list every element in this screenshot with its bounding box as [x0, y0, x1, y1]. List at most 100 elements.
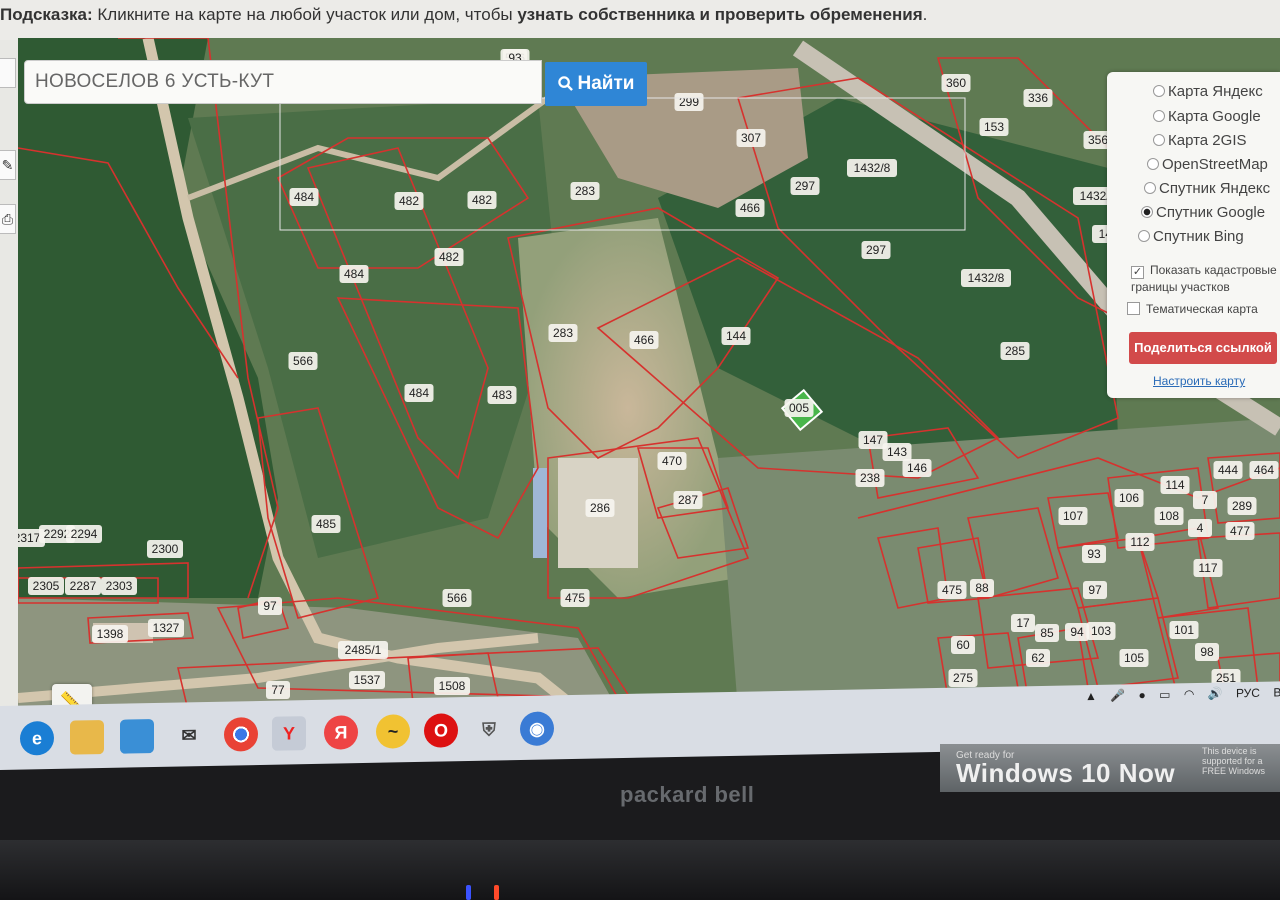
parcel-label[interactable]: 283 [570, 182, 600, 200]
map-canvas[interactable]: 5662993073603361533564824824842832971432… [18, 38, 1280, 710]
parcel-label[interactable]: 107 [1058, 507, 1088, 525]
parcel-label[interactable]: 289 [1227, 497, 1257, 515]
parcel-label[interactable]: 2485/1 [338, 641, 388, 659]
parcel-label[interactable]: 466 [629, 331, 659, 349]
chrome-icon[interactable] [224, 717, 258, 752]
parcel-label[interactable]: 62 [1026, 649, 1050, 667]
checkbox-checked-icon[interactable]: ✓ [1131, 266, 1144, 279]
radio-icon[interactable] [1138, 230, 1150, 242]
parcel-label[interactable]: 005 [784, 399, 814, 417]
parcel-label[interactable]: 94 [1065, 623, 1089, 641]
volume-icon[interactable]: 🔊 [1208, 687, 1223, 701]
parcel-label[interactable]: 485 [311, 515, 341, 533]
parcel-label[interactable]: 275 [948, 669, 978, 687]
parcel-label[interactable]: 146 [902, 459, 932, 477]
parcel-label[interactable]: 97 [1083, 581, 1107, 599]
search-button[interactable]: Найти [545, 62, 647, 106]
parcel-label[interactable]: 287 [673, 491, 703, 509]
parcel-label[interactable]: 477 [1225, 522, 1255, 540]
layer-option-2gis[interactable]: Карта 2GIS [1153, 129, 1247, 153]
mail-icon[interactable]: ✉ [172, 718, 206, 753]
parcel-label[interactable]: 88 [970, 579, 994, 597]
parcel-label[interactable]: 360 [941, 74, 971, 92]
layer-option-yandex-map[interactable]: Карта Яндекс [1153, 80, 1263, 104]
shield-icon[interactable]: ⛨ [472, 712, 506, 747]
layer-option-google-map[interactable]: Карта Google [1153, 105, 1261, 129]
parcel-label[interactable]: 97 [258, 597, 282, 615]
parcel-label[interactable]: 1508 [434, 677, 470, 695]
parcel-label[interactable]: 2303 [101, 577, 137, 595]
parcel-label[interactable]: 297 [861, 241, 891, 259]
parcel-label[interactable]: 238 [855, 469, 885, 487]
parcel-label[interactable]: 286 [585, 499, 615, 517]
parcel-label[interactable]: 2305 [28, 577, 64, 595]
parcel-label[interactable]: 114 [1160, 476, 1190, 494]
parcel-label[interactable]: 143 [882, 443, 912, 461]
parcel-label[interactable]: 1432/8 [961, 269, 1011, 287]
checkbox-icon[interactable] [1127, 302, 1140, 315]
parcel-label[interactable]: 566 [442, 589, 472, 607]
parcel-label[interactable]: 482 [434, 248, 464, 266]
game-icon[interactable]: ◉ [520, 711, 554, 747]
parcel-label[interactable]: 1537 [349, 671, 385, 689]
parcel-label[interactable]: 85 [1035, 624, 1059, 642]
radio-selected-icon[interactable] [1141, 206, 1153, 218]
edge-icon[interactable]: e [20, 720, 54, 756]
layer-option-osm[interactable]: OpenStreetMap [1147, 153, 1268, 177]
parcel-label[interactable]: 2287 [65, 577, 101, 595]
cadastral-toggle[interactable]: ✓ Показать кадастровые границы участков [1131, 262, 1280, 298]
chevron-up-icon[interactable]: ▲ [1085, 689, 1097, 703]
parcel-label[interactable]: 1327 [148, 619, 184, 637]
print-icon[interactable]: ⎙ [0, 204, 16, 234]
parcel-label[interactable]: 2300 [147, 540, 183, 558]
parcel-label[interactable]: 153 [979, 118, 1009, 136]
parcel-label[interactable]: 475 [937, 581, 967, 599]
parcel-label[interactable]: 482 [467, 191, 497, 209]
parcel-label[interactable]: 484 [404, 384, 434, 402]
parcel-label[interactable]: 103 [1086, 622, 1116, 640]
parcel-label[interactable]: 299 [674, 93, 704, 111]
radio-icon[interactable] [1153, 85, 1165, 97]
parcel-label[interactable]: 285 [1000, 342, 1030, 360]
parcel-label[interactable]: 336 [1023, 89, 1053, 107]
microphone-icon[interactable]: 🎤 [1110, 688, 1125, 702]
parcel-label[interactable]: 77 [266, 681, 290, 699]
parcel-label[interactable]: 470 [657, 452, 687, 470]
file-explorer-icon[interactable] [70, 720, 104, 755]
layer-option-bing-sat[interactable]: Спутник Bing [1138, 225, 1244, 249]
share-link-button[interactable]: Поделиться ссылкой [1129, 332, 1277, 364]
parcel-label[interactable]: 112 [1125, 533, 1155, 551]
layer-option-yandex-sat[interactable]: Спутник Яндекс [1144, 177, 1270, 201]
toolbar-button-1[interactable] [0, 58, 16, 88]
radio-icon[interactable] [1144, 182, 1156, 194]
parcel-label[interactable]: 101 [1169, 621, 1199, 639]
radio-icon[interactable] [1153, 134, 1165, 146]
parcel-label[interactable]: 475 [560, 589, 590, 607]
parcel-label[interactable]: 444 [1213, 461, 1243, 479]
parcel-label[interactable]: 464 [1249, 461, 1279, 479]
parcel-label[interactable]: 106 [1114, 489, 1144, 507]
parcel-label[interactable]: 17 [1011, 614, 1035, 632]
parcel-label[interactable]: 307 [736, 129, 766, 147]
clock-day[interactable]: Вт [1273, 685, 1280, 699]
parcel-label[interactable]: 4 [1188, 519, 1212, 537]
radio-icon[interactable] [1153, 110, 1165, 122]
parcel-label[interactable]: 108 [1154, 507, 1184, 525]
satellite-map[interactable]: 5662993073603361533564824824842832971432… [18, 38, 1280, 710]
parcel-label[interactable]: 98 [1195, 643, 1219, 661]
language-indicator[interactable]: РУС [1236, 686, 1260, 700]
yandex-browser-icon[interactable]: Y [272, 716, 306, 751]
network-icon[interactable]: ● [1139, 688, 1146, 702]
parcel-label[interactable]: 117 [1193, 559, 1223, 577]
opera-icon[interactable]: O [424, 713, 458, 748]
layer-option-google-sat[interactable]: Спутник Google [1141, 201, 1265, 225]
thematic-toggle[interactable]: Тематическая карта [1127, 301, 1258, 325]
parcel-label[interactable]: 60 [951, 636, 975, 654]
wifi-icon[interactable]: ◠ [1184, 687, 1194, 701]
search-input[interactable]: НОВОСЕЛОВ 6 УСТЬ-КУТ [24, 60, 542, 104]
parcel-label[interactable]: 144 [721, 327, 751, 345]
parcel-label[interactable]: 484 [339, 265, 369, 283]
parcel-label[interactable]: 1398 [92, 625, 128, 643]
parcel-label[interactable]: 484 [289, 188, 319, 206]
parcel-label[interactable]: 2294 [66, 525, 102, 543]
